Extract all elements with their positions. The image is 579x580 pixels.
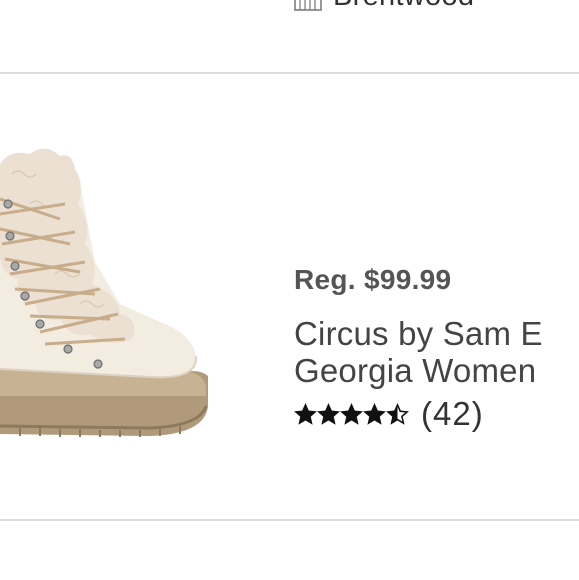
store-building-icon bbox=[294, 0, 322, 11]
product-image[interactable] bbox=[0, 144, 215, 444]
viewport: Brentwood bbox=[0, 0, 579, 580]
product-rating[interactable]: (42) bbox=[294, 394, 484, 434]
review-count: (42) bbox=[421, 395, 484, 432]
star-half-icon bbox=[386, 402, 409, 425]
store-location-row[interactable]: Brentwood bbox=[0, 0, 579, 74]
star-full-icon bbox=[363, 402, 386, 425]
star-full-icon bbox=[340, 402, 363, 425]
product-price: Reg. $99.99 bbox=[294, 264, 452, 295]
product-title-line-1: Circus by Sam E bbox=[294, 315, 543, 352]
divider bbox=[0, 519, 579, 521]
product-title[interactable]: Circus by Sam E Georgia Women bbox=[294, 315, 579, 389]
star-rating bbox=[294, 402, 409, 426]
product-card[interactable]: Reg. $99.99 Circus by Sam E Georgia Wome… bbox=[0, 74, 579, 519]
star-full-icon bbox=[294, 402, 317, 425]
product-title-line-2: Georgia Women bbox=[294, 352, 537, 389]
star-full-icon bbox=[317, 402, 340, 425]
store-name: Brentwood bbox=[333, 0, 474, 13]
